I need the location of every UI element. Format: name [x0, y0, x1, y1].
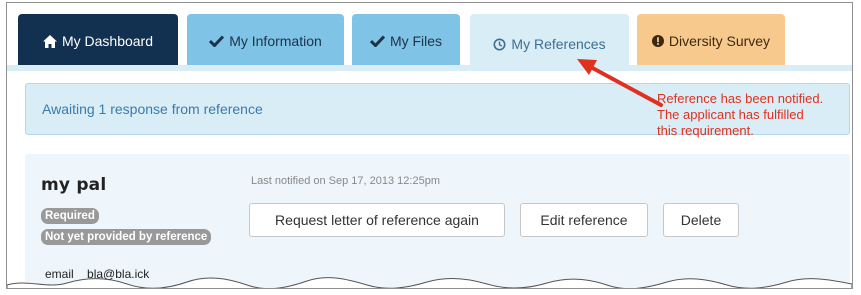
tab-bar-underline	[7, 65, 852, 71]
tab-my-files[interactable]: My Files	[352, 14, 460, 65]
reference-name: my pal	[41, 175, 107, 195]
reference-card: my pal Required Not yet provided by refe…	[25, 154, 850, 288]
tab-my-information[interactable]: My Information	[187, 14, 344, 65]
status-badge: Not yet provided by reference	[41, 229, 212, 245]
page-frame: My Dashboard My Information My Files My …	[6, 2, 853, 289]
delete-button[interactable]: Delete	[663, 203, 739, 237]
home-icon	[42, 34, 57, 48]
exclamation-circle-icon	[651, 35, 664, 47]
checkmark-icon	[369, 35, 385, 47]
request-letter-button[interactable]: Request letter of reference again	[249, 203, 505, 237]
annotation-arrow-icon	[577, 59, 663, 107]
required-badge: Required	[41, 208, 99, 224]
edit-reference-button[interactable]: Edit reference	[520, 203, 648, 237]
tab-label: Diversity Survey	[668, 33, 771, 49]
last-notified-timestamp: Last notified on Sep 17, 2013 12:25pm	[251, 175, 440, 187]
tab-label: My Files	[389, 33, 443, 49]
tab-bar: My Dashboard My Information My Files My …	[7, 3, 852, 71]
tab-label: My Information	[229, 33, 322, 49]
clock-icon	[493, 38, 506, 50]
torn-edge-divider	[7, 277, 852, 288]
tab-my-dashboard[interactable]: My Dashboard	[18, 14, 178, 65]
alert-text: Awaiting 1 response from reference	[42, 101, 263, 117]
checkmark-icon	[209, 35, 225, 47]
tab-label: My Dashboard	[61, 33, 154, 49]
annotation-note: Reference has been notified. The applica…	[657, 91, 824, 138]
